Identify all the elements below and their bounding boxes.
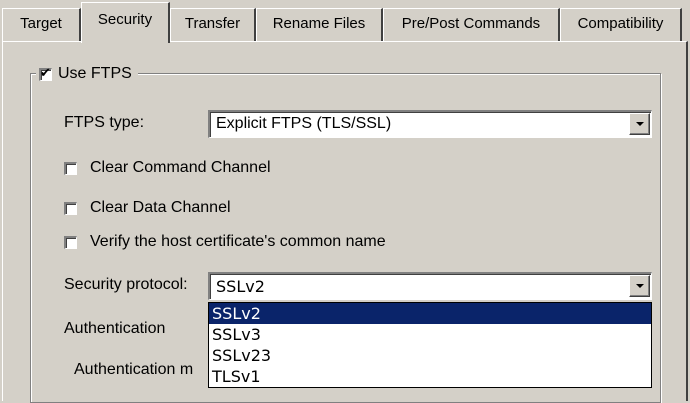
clear-data-channel-label: Clear Data Channel [90, 199, 231, 216]
tab-strip: Target Security Transfer Rename Files Pr… [0, 0, 690, 43]
use-ftps-checkbox[interactable] [39, 65, 52, 81]
clear-data-channel-row[interactable]: Clear Data Channel [64, 199, 231, 217]
security-protocol-select[interactable]: SSLv2 [208, 272, 652, 300]
security-protocol-label: Security protocol: [64, 276, 188, 293]
tab-target[interactable]: Target [2, 8, 81, 41]
dropdown-option-sslv23[interactable]: SSLv23 [209, 345, 651, 366]
chevron-down-icon [635, 122, 644, 126]
ftps-type-label: FTPS type: [64, 114, 145, 131]
tab-pre-post-commands[interactable]: Pre/Post Commands [383, 8, 560, 41]
ftps-type-value: Explicit FTPS (TLS/SSL) [216, 115, 392, 132]
use-ftps-label: Use FTPS [58, 65, 132, 82]
authentication-method-label: Authentication m [74, 361, 194, 378]
clear-command-channel-row[interactable]: Clear Command Channel [64, 159, 271, 177]
security-protocol-value: SSLv2 [216, 277, 265, 296]
verify-host-cert-row[interactable]: Verify the host certificate's common nam… [64, 233, 386, 251]
verify-host-cert-label: Verify the host certificate's common nam… [90, 233, 386, 250]
clear-command-channel-checkbox[interactable] [64, 161, 77, 175]
security-protocol-dropdown-button[interactable] [629, 275, 650, 297]
tab-rename-files[interactable]: Rename Files [256, 8, 383, 41]
ftps-type-dropdown-button[interactable] [629, 113, 650, 135]
tab-transfer[interactable]: Transfer [170, 8, 256, 41]
verify-host-cert-checkbox[interactable] [64, 235, 77, 249]
chevron-down-icon [635, 284, 644, 288]
security-protocol-dropdown-list: SSLv2 SSLv3 SSLv23 TLSv1 [208, 302, 652, 388]
use-ftps-checkbox-row[interactable]: Use FTPS [36, 63, 138, 85]
clear-data-channel-checkbox[interactable] [64, 201, 77, 215]
dropdown-option-sslv3[interactable]: SSLv3 [209, 324, 651, 345]
tab-security[interactable]: Security [81, 2, 170, 43]
clear-command-channel-label: Clear Command Channel [90, 159, 271, 176]
dropdown-option-tlsv1[interactable]: TLSv1 [209, 366, 651, 387]
dropdown-option-sslv2[interactable]: SSLv2 [209, 303, 651, 324]
tab-compatibility[interactable]: Compatibility [560, 8, 682, 41]
authentication-group-label: Authentication [64, 320, 170, 338]
ftps-type-select[interactable]: Explicit FTPS (TLS/SSL) [208, 110, 652, 138]
